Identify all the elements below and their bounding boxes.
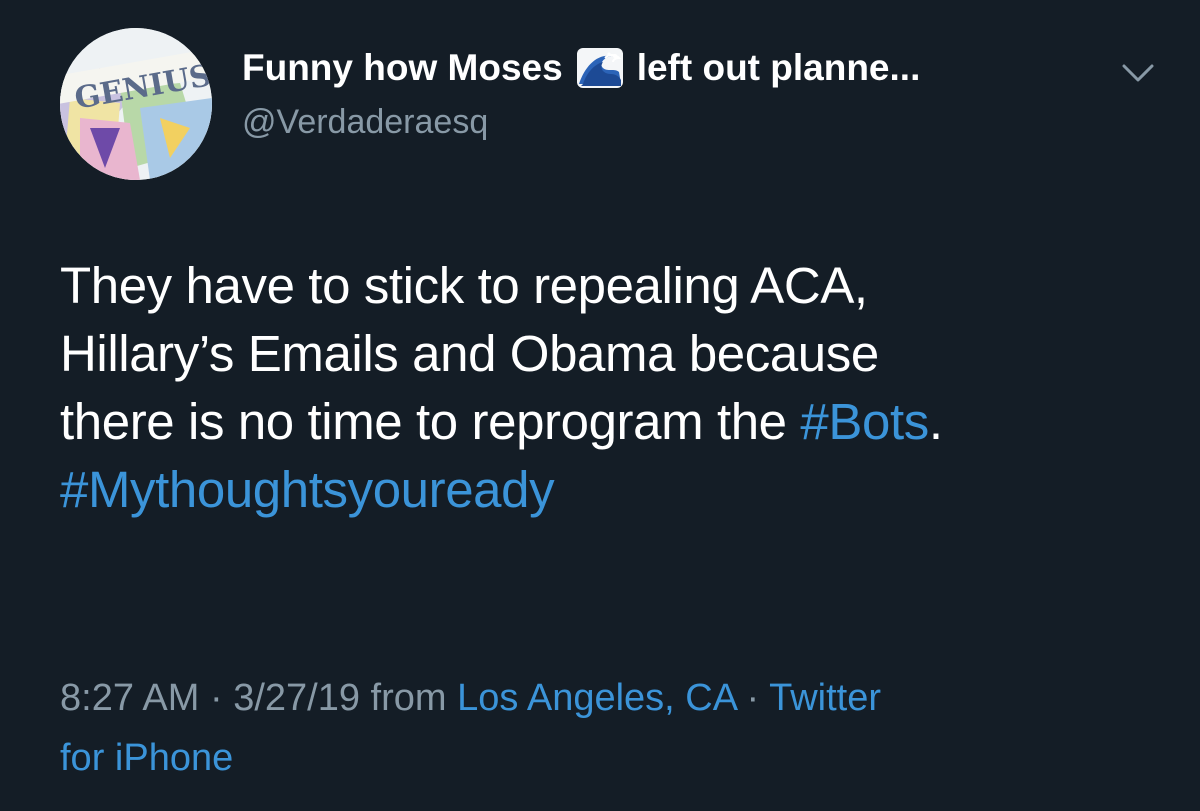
meta-separator: · <box>735 677 770 719</box>
source-link[interactable]: Twitter <box>769 677 881 719</box>
location-link[interactable]: Los Angeles, CA <box>457 677 736 719</box>
tweet-text-segment: . <box>928 393 943 450</box>
tweet-text-line: They have to stick to repealing ACA, <box>60 257 868 314</box>
tweet-time[interactable]: 8:27 AM <box>60 677 199 719</box>
tweet-meta-line: for iPhone <box>60 728 1160 788</box>
display-name[interactable]: Funny how Moses left out planne... <box>242 44 920 92</box>
hashtag-mythoughts-link[interactable]: #Mythoughtsyouready <box>60 461 555 518</box>
tweet-meta: 8:27 AM · 3/27/19 from Los Angeles, CA ·… <box>60 668 1160 788</box>
tweet-meta-line: 8:27 AM · 3/27/19 from Los Angeles, CA ·… <box>60 668 1160 728</box>
tweet-text-line: there is no time to reprogram the #Bots. <box>60 388 1160 456</box>
water-wave-icon <box>575 46 625 90</box>
tweet-date[interactable]: 3/27/19 <box>233 677 360 719</box>
tweet-text-line: Hillary’s Emails and Obama because <box>60 325 879 382</box>
avatar[interactable]: GENIUS <box>60 28 212 180</box>
meta-from: from <box>360 677 458 719</box>
tweet-text-segment: there is no time to reprogram the <box>60 393 801 450</box>
hashtag-bots-link[interactable]: #Bots <box>800 393 929 450</box>
source-link-continued[interactable]: for iPhone <box>60 737 233 779</box>
user-handle[interactable]: @Verdaderaesq <box>242 100 488 144</box>
display-name-part1: Funny how Moses <box>242 47 563 88</box>
display-name-part2: left out planne... <box>636 47 921 88</box>
chevron-down-icon[interactable] <box>1118 58 1158 88</box>
meta-separator: · <box>199 677 234 719</box>
tweet-text-line: #Mythoughtsyouready <box>60 456 1160 524</box>
tweet-text: They have to stick to repealing ACA, Hil… <box>60 252 1160 524</box>
